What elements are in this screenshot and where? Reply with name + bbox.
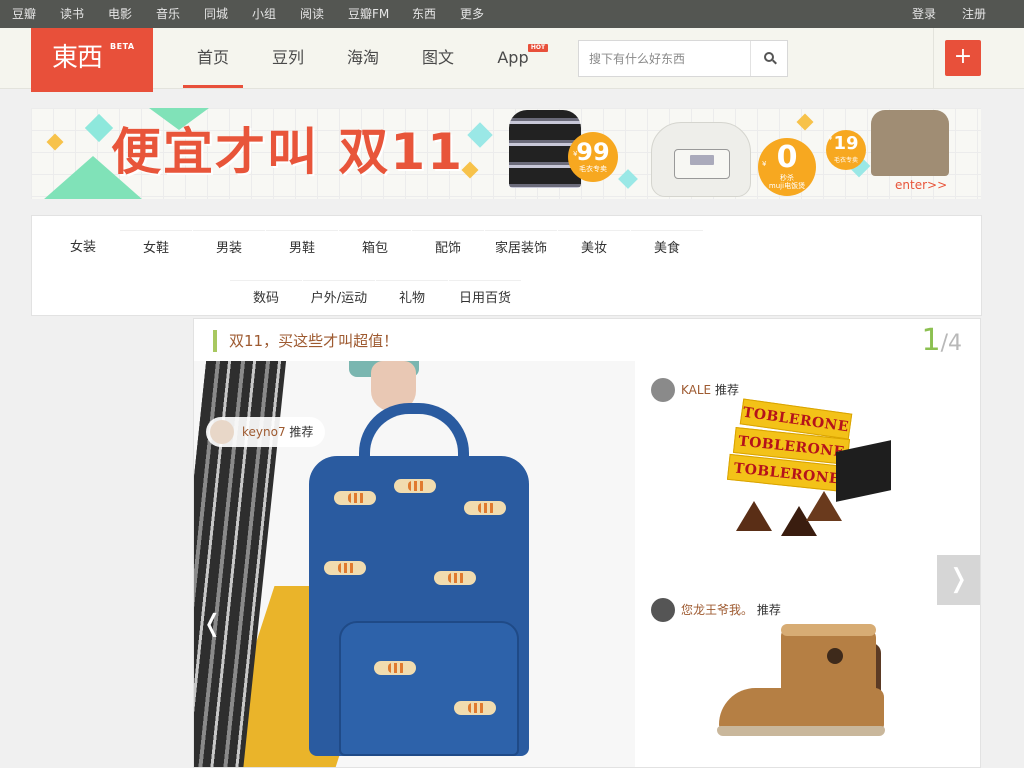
category-women[interactable]: 女装 xyxy=(47,230,119,266)
price-badge-0: 0 秒杀 muji电饭煲 xyxy=(758,138,816,196)
avatar xyxy=(651,598,675,622)
global-topbar: 豆瓣 读书 电影 音乐 同城 小组 阅读 豆瓣FM 东西 更多 登录 注册 xyxy=(0,0,1024,28)
main-product-image[interactable]: keyno7 推荐 ❬ xyxy=(194,361,635,767)
topbar-link-dongxi[interactable]: 东西 xyxy=(412,0,436,28)
logo-text: 東西 xyxy=(52,43,103,73)
nav-home[interactable]: 首页 xyxy=(183,28,243,88)
category-accessories[interactable]: 配饰 xyxy=(412,230,484,266)
pager-total: 4 xyxy=(948,331,962,356)
decor-diamond xyxy=(84,113,114,143)
search-box xyxy=(578,40,788,77)
site-logo[interactable]: 東西 BETA xyxy=(31,28,153,92)
nav-tuwen[interactable]: 图文 xyxy=(408,28,468,88)
next-arrow[interactable]: ❭ xyxy=(937,555,980,605)
feature-pager: 1/4 xyxy=(921,323,962,358)
nav-haitao[interactable]: 海淘 xyxy=(333,28,393,88)
category-gifts[interactable]: 礼物 xyxy=(376,280,448,316)
banner-enter-link[interactable]: enter>> xyxy=(895,178,947,192)
site-header: 東西 BETA 首页 豆列 海淘 图文 App HOT + xyxy=(0,28,1024,92)
category-outdoor[interactable]: 户外/运动 xyxy=(303,280,375,316)
main-user-chip[interactable]: keyno7 推荐 xyxy=(206,417,326,447)
category-men[interactable]: 男装 xyxy=(193,230,265,266)
category-makeup[interactable]: 美妆 xyxy=(558,230,630,266)
category-daily-goods[interactable]: 日用百货 xyxy=(449,280,521,316)
topbar-link-more[interactable]: 更多 xyxy=(460,0,484,28)
topbar-link-read[interactable]: 阅读 xyxy=(300,0,324,28)
category-women-shoes[interactable]: 女鞋 xyxy=(120,230,192,266)
beta-badge: BETA xyxy=(110,42,135,51)
add-item-button[interactable]: + xyxy=(945,40,981,76)
category-home-decor[interactable]: 家居装饰 xyxy=(485,230,557,266)
topbar-link-groups[interactable]: 小组 xyxy=(252,0,276,28)
avatar xyxy=(651,378,675,402)
topbar-link-books[interactable]: 读书 xyxy=(60,0,84,28)
topbar-link-local[interactable]: 同城 xyxy=(204,0,228,28)
category-food[interactable]: 美食 xyxy=(631,230,703,266)
card2-username[interactable]: 您龙王爷我。 xyxy=(681,603,753,617)
category-digital[interactable]: 数码 xyxy=(230,280,302,316)
prev-arrow[interactable]: ❬ xyxy=(202,609,222,637)
search-input[interactable] xyxy=(579,41,750,76)
promo-banner[interactable]: 便宜才叫 双11 99 毛衣专卖 ¥ 0 秒杀 muji电饭煲 ¥ 19 毛衣专… xyxy=(31,108,981,199)
topbar-link-douban[interactable]: 豆瓣 xyxy=(12,0,36,28)
topbar-link-music[interactable]: 音乐 xyxy=(156,0,180,28)
feature-panel: 双11，买这些才叫超值！ 1/4 keyno7 推荐 ❬ KALE 推荐 TOB… xyxy=(193,318,981,768)
main-username[interactable]: keyno7 xyxy=(242,425,286,439)
feature-title[interactable]: 双11，买这些才叫超值！ xyxy=(213,330,398,352)
search-button[interactable] xyxy=(750,41,787,76)
nav-app[interactable]: App xyxy=(483,28,543,88)
nav-doulie[interactable]: 豆列 xyxy=(258,28,318,88)
login-link[interactable]: 登录 xyxy=(912,0,936,28)
card1-username[interactable]: KALE xyxy=(681,383,711,397)
rice-cooker-image xyxy=(651,122,751,197)
header-divider xyxy=(933,28,934,88)
pager-current: 1 xyxy=(921,323,941,358)
banner-headline: 便宜才叫 双11 xyxy=(111,123,464,181)
category-men-shoes[interactable]: 男鞋 xyxy=(266,230,338,266)
avatar xyxy=(210,420,234,444)
hot-badge: HOT xyxy=(528,44,548,52)
category-bags[interactable]: 箱包 xyxy=(339,230,411,266)
register-link[interactable]: 注册 xyxy=(962,0,986,28)
toblerone-image: TOBLERONE TOBLERONE TOBLERONE xyxy=(726,398,896,556)
side-card-boot[interactable]: 您龙王爷我。 推荐 xyxy=(651,598,951,767)
topbar-link-movies[interactable]: 电影 xyxy=(108,0,132,28)
side-card-toblerone[interactable]: KALE 推荐 TOBLERONE TOBLERONE TOBLERONE xyxy=(651,378,951,563)
category-nav: 女装 女鞋 男装 男鞋 箱包 配饰 家居装饰 美妆 美食 数码 户外/运动 礼物… xyxy=(31,215,982,316)
topbar-link-fm[interactable]: 豆瓣FM xyxy=(348,0,389,28)
knit-sweater-image xyxy=(871,110,949,176)
